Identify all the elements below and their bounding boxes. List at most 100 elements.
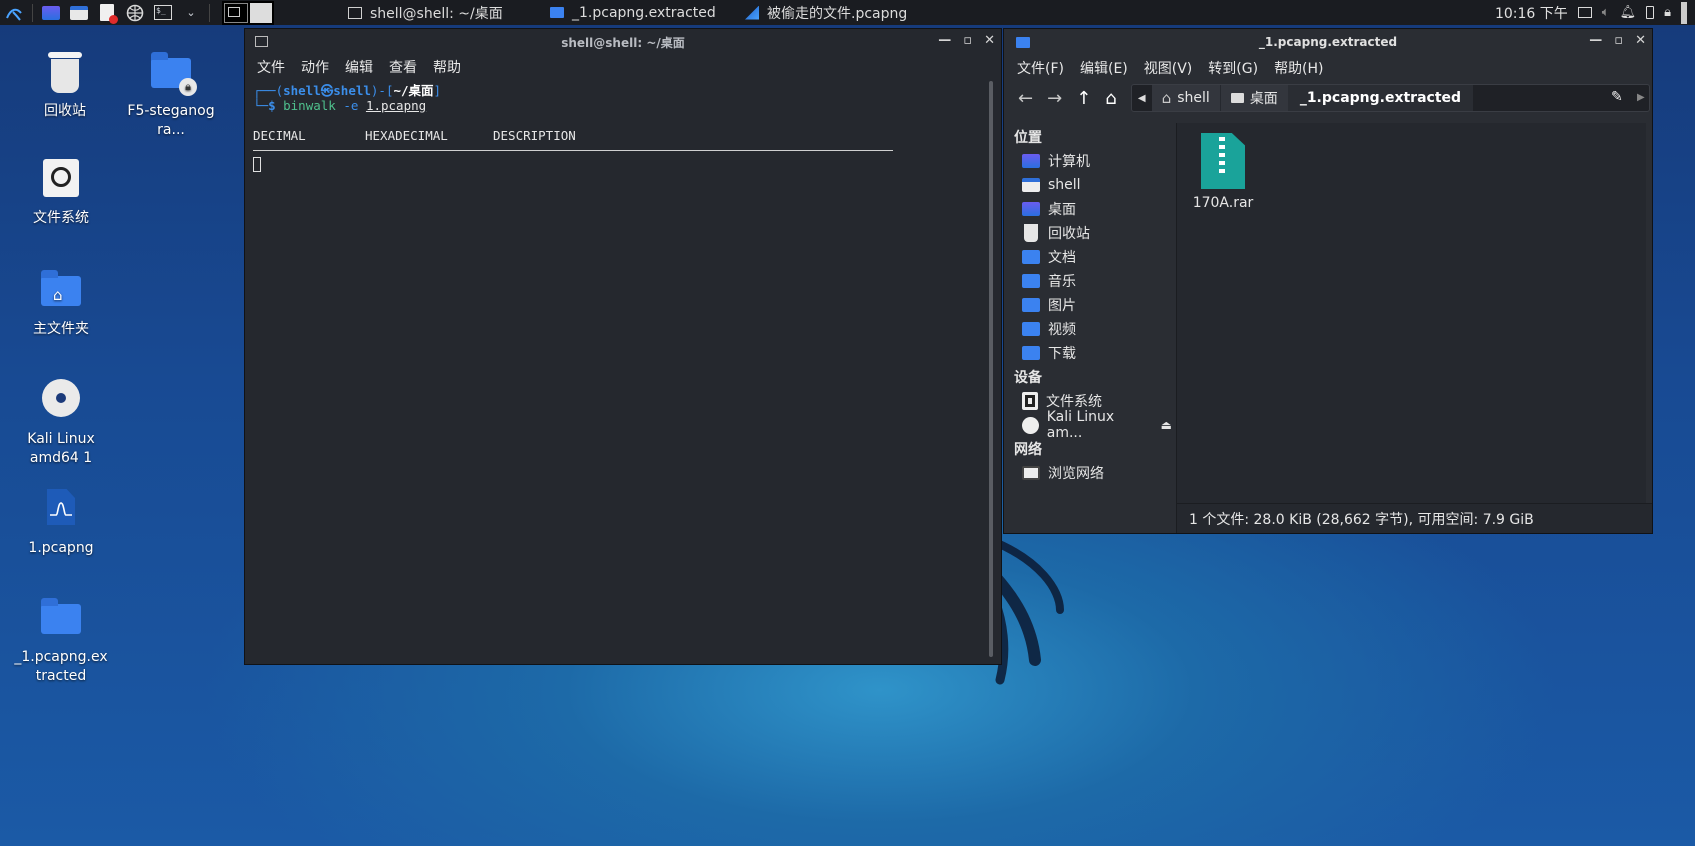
desktop-icon-label: 回收站 [44,103,86,119]
drive-icon [1022,392,1038,410]
terminal-output[interactable]: ┌──(shell㉿shell)-[~/桌面] └─$ binwalk -e 1… [245,79,1001,176]
desktop-icon-pcapng[interactable]: 1.pcapng [6,485,116,558]
terminal-scrollbar[interactable] [989,81,993,657]
battery-icon[interactable] [1646,6,1655,19]
videos-folder-icon [1022,322,1040,336]
maximize-icon[interactable]: ▫ [963,33,972,48]
desktop-icon-filesystem[interactable]: 文件系统 [6,155,116,228]
desktop-icon-trash[interactable]: 回收站 [10,48,120,121]
locked-folder-icon: 🔒︎ [147,48,197,96]
home-icon[interactable]: ⌂ [1105,88,1116,109]
drive-icon [37,155,85,203]
show-desktop-icon[interactable] [40,2,62,24]
folder-icon [550,7,564,18]
desktop-icon-extracted-folder[interactable]: _1.pcapng.extracted [6,594,116,686]
sidebar-item-pictures[interactable]: 图片 [1004,293,1176,317]
text-editor-icon[interactable] [96,2,118,24]
sidebar-item-desktop[interactable]: 桌面 [1004,197,1176,221]
desktop-icon-label: F5-steganogra... [127,103,215,138]
file-name: 170A.rar [1192,195,1254,211]
display-icon[interactable] [1577,7,1592,18]
menu-view[interactable]: 视图(V) [1144,58,1193,78]
breadcrumb-item-current[interactable]: _1.pcapng.extracted [1287,85,1474,111]
sidebar-heading-devices: 设备 [1014,370,1042,386]
back-arrow-icon[interactable]: ← [1018,88,1033,109]
terminal-titlebar[interactable]: shell@shell: ~/桌面 — ▫ ✕ [245,29,1001,55]
file-item-170a-rar[interactable]: 170A.rar [1185,133,1261,211]
prompt-line-1: ┌──(shell㉿shell)-[~/桌面] [253,83,442,98]
sidebar-item-computer[interactable]: 计算机 [1004,149,1176,173]
kali-menu-icon[interactable] [3,2,25,24]
task-file-manager[interactable]: _1.pcapng.extracted [550,0,716,25]
breadcrumb-scroll-right-icon[interactable]: ▶ [1637,92,1645,103]
workspace-switcher[interactable] [222,0,274,25]
minimize-icon[interactable]: — [1589,33,1602,48]
folder-icon [37,594,85,642]
menu-edit[interactable]: 编辑(E) [1080,58,1128,78]
terminal-window[interactable]: shell@shell: ~/桌面 — ▫ ✕ 文件 动作 编辑 查看 帮助 ┌… [244,28,1002,665]
sidebar-item-kali-disc[interactable]: Kali Linux am... ⏏ [1004,409,1176,441]
sidebar-item-videos[interactable]: 视频 [1004,317,1176,341]
file-manager-toolbar: ← → ↑ ⌂ ◀ ⌂ shell 桌面 _1.pcapng.extracted… [1004,81,1652,115]
sidebar-item-documents[interactable]: 文档 [1004,245,1176,269]
file-view-scrollbar[interactable] [1646,123,1652,505]
breadcrumb-label: 桌面 [1249,91,1278,107]
terminal-icon [255,36,268,47]
menu-edit[interactable]: 编辑 [345,57,373,77]
task-terminal[interactable]: shell@shell: ~/桌面 [348,0,503,25]
sidebar-item-downloads[interactable]: 下载 [1004,341,1176,365]
minimize-icon[interactable]: — [938,33,951,48]
clock[interactable]: 10:16 下午 [1495,3,1568,23]
menu-help[interactable]: 帮助(H) [1274,58,1323,78]
menu-view[interactable]: 查看 [389,57,417,77]
optical-disc-icon [37,376,85,424]
window-title: shell@shell: ~/桌面 [561,35,685,50]
menu-go[interactable]: 转到(G) [1208,58,1258,78]
breadcrumb-item-desktop[interactable]: 桌面 [1220,85,1288,111]
web-browser-icon[interactable] [124,2,146,24]
desktop-icon-kali-disc[interactable]: Kali Linux amd64 1 [6,376,116,468]
close-icon[interactable]: ✕ [984,33,995,48]
menu-help[interactable]: 帮助 [433,57,461,77]
file-view[interactable]: 170A.rar [1177,123,1652,533]
desktop-icon-label: _1.pcapng.extracted [14,649,108,684]
notification-bell-icon[interactable]: 🔔︎ [1620,5,1637,20]
desktop-icon-home[interactable]: ⌂ 主文件夹 [6,266,116,339]
forward-arrow-icon[interactable]: → [1047,88,1062,109]
desktop-icon-label: Kali Linux amd64 1 [27,431,95,466]
sidebar-item-trash[interactable]: 回收站 [1004,221,1176,245]
edit-location-icon[interactable]: ✎ [1611,89,1623,105]
task-label: 被偷走的文件.pcapng [767,5,908,22]
eject-icon[interactable]: ⏏ [1161,418,1172,432]
sidebar-item-shell[interactable]: shell [1004,173,1176,197]
terminal-menubar: 文件 动作 编辑 查看 帮助 [245,55,1001,79]
chevron-down-icon[interactable]: ⌄ [180,2,202,24]
menu-file[interactable]: 文件(F) [1017,58,1064,78]
computer-icon [1022,154,1040,168]
close-icon[interactable]: ✕ [1635,33,1646,48]
up-arrow-icon[interactable]: ↑ [1076,88,1091,109]
optical-disc-icon [1022,416,1039,434]
workspace-2[interactable] [250,2,272,23]
power-menu-icon[interactable] [1681,1,1687,24]
breadcrumb-item-shell[interactable]: ⌂ shell [1151,85,1221,111]
file-manager-icon[interactable] [68,2,90,24]
sidebar-item-music[interactable]: 音乐 [1004,269,1176,293]
task-wireshark[interactable]: 被偷走的文件.pcapng [745,0,907,25]
folder-icon [1016,37,1030,48]
maximize-icon[interactable]: ▫ [1614,33,1623,48]
file-manager-titlebar[interactable]: _1.pcapng.extracted — ▫ ✕ [1004,29,1652,55]
menu-file[interactable]: 文件 [257,57,285,77]
status-text: 1 个文件: 28.0 KiB (28,662 字节), 可用空间: 7.9 G… [1189,511,1534,528]
terminal-launcher-icon[interactable]: $_ [152,2,174,24]
workspace-1[interactable] [224,2,248,23]
breadcrumb-scroll-left-icon[interactable]: ◀ [1132,93,1152,104]
volume-icon[interactable]: 🔈︎ [1602,5,1610,20]
lock-screen-icon[interactable]: 🔒︎ [1664,5,1671,20]
task-label: _1.pcapng.extracted [572,4,716,21]
file-manager-window[interactable]: _1.pcapng.extracted — ▫ ✕ 文件(F) 编辑(E) 视图… [1003,28,1653,534]
menu-action[interactable]: 动作 [301,57,329,77]
desktop-icon-f5-folder[interactable]: 🔒︎ F5-steganogra... [116,48,226,140]
desktop-icon-label: 1.pcapng [28,540,94,556]
sidebar-item-browse-network[interactable]: 浏览网络 [1004,461,1176,485]
